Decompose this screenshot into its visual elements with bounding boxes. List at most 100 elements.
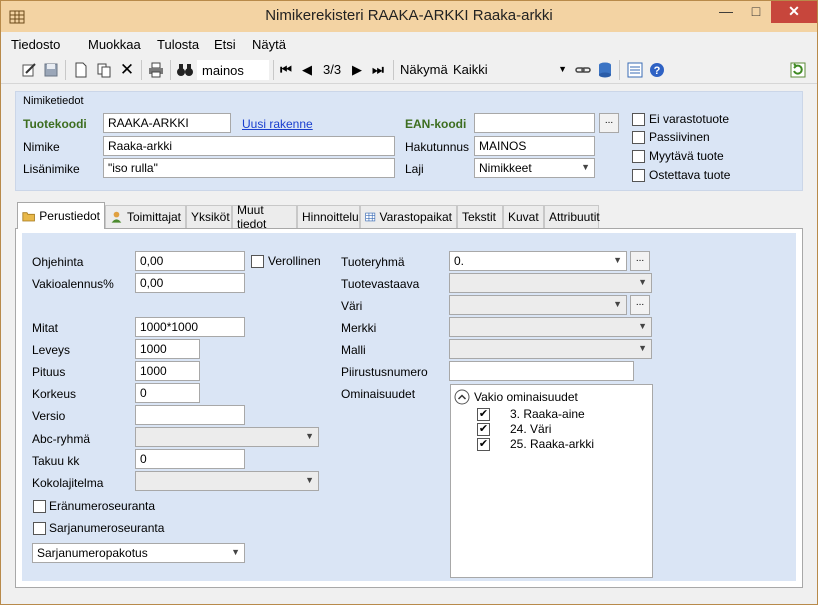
copy-icon[interactable]: [94, 60, 114, 80]
vakioalennus-input[interactable]: 0,00: [135, 273, 245, 293]
new-document-icon[interactable]: [71, 60, 91, 80]
sarjanumeropakotus-select-value: Sarjanumeropakotus: [37, 546, 148, 560]
pituus-input[interactable]: 1000: [135, 361, 200, 381]
abc-ryhma-select[interactable]: ▼: [135, 427, 319, 447]
tuotevastaava-label: Tuotevastaava: [341, 277, 420, 291]
menu-muokkaa[interactable]: Muokkaa: [88, 37, 141, 52]
hakutunnus-input[interactable]: MAINOS: [474, 136, 595, 156]
ostettava-tuote-checkbox[interactable]: [632, 169, 645, 182]
print-icon[interactable]: [146, 60, 166, 80]
menu-tiedosto[interactable]: Tiedosto: [11, 37, 60, 52]
menu-etsi[interactable]: Etsi: [214, 37, 236, 52]
chevron-down-icon: ▼: [638, 321, 647, 331]
tuoteryhma-browse-button[interactable]: ...: [630, 251, 650, 271]
versio-label: Versio: [32, 409, 66, 423]
menu-nayta[interactable]: Näytä: [252, 37, 286, 52]
tree-item[interactable]: ✔ 3. Raaka-aine: [477, 406, 585, 422]
edit-icon[interactable]: [19, 60, 39, 80]
menu-tulosta[interactable]: Tulosta: [157, 37, 199, 52]
refresh-icon[interactable]: [788, 60, 808, 80]
tab-label: Hinnoittelu: [302, 210, 359, 224]
malli-label: Malli: [341, 343, 366, 357]
ean-label: EAN-koodi: [405, 117, 467, 131]
help-icon[interactable]: ?: [647, 60, 667, 80]
ean-input[interactable]: [474, 113, 595, 133]
tree-root[interactable]: Vakio ominaisuudet: [454, 389, 578, 405]
chevron-down-icon: ▼: [231, 547, 240, 557]
collapse-icon[interactable]: [454, 389, 470, 405]
piirustusnumero-input[interactable]: [449, 361, 634, 381]
tab-perustiedot[interactable]: Perustiedot: [17, 202, 105, 229]
kokolajitelma-select[interactable]: ▼: [135, 471, 319, 491]
passiivinen-checkbox[interactable]: [632, 131, 645, 144]
ean-browse-button[interactable]: ...: [599, 113, 619, 133]
title-bar[interactable]: Nimikerekisteri RAAKA-ARKKI Raaka-arkki …: [1, 1, 817, 32]
lisanimike-label: Lisänimike: [23, 162, 80, 176]
sarjanumeropakotus-select[interactable]: Sarjanumeropakotus ▼: [32, 543, 245, 563]
vakioalennus-label: Vakioalennus%: [32, 277, 114, 291]
search-input[interactable]: mainos: [197, 60, 269, 80]
ohjehinta-input[interactable]: 0,00: [135, 251, 245, 271]
checked-checkbox[interactable]: ✔: [477, 407, 490, 421]
tab-kuvat[interactable]: Kuvat: [503, 205, 544, 228]
view-select[interactable]: Kaikki ▼: [449, 60, 569, 80]
tuotekoodi-label: Tuotekoodi: [23, 117, 87, 131]
tab-varastopaikat[interactable]: Varastopaikat: [360, 205, 457, 228]
link-icon[interactable]: [573, 60, 593, 80]
maximize-button[interactable]: □: [741, 1, 771, 23]
tab-toimittajat[interactable]: Toimittajat: [105, 205, 186, 228]
first-record-icon[interactable]: ⏮: [278, 60, 294, 80]
piirustusnumero-label: Piirustusnumero: [341, 365, 428, 379]
tuotevastaava-select[interactable]: ▼: [449, 273, 652, 293]
tab-hinnoittelu[interactable]: Hinnoittelu: [297, 205, 360, 228]
takuu-input[interactable]: 0: [135, 449, 245, 469]
tree-item[interactable]: ✔ 25. Raaka-arkki: [477, 436, 594, 452]
verollinen-checkbox[interactable]: [251, 255, 264, 268]
malli-select[interactable]: ▼: [449, 339, 652, 359]
versio-input[interactable]: [135, 405, 245, 425]
myytava-tuote-checkbox[interactable]: [632, 150, 645, 163]
vari-browse-button[interactable]: ...: [630, 295, 650, 315]
checked-checkbox[interactable]: ✔: [477, 437, 490, 451]
previous-record-icon[interactable]: ◀: [300, 60, 314, 80]
last-record-icon[interactable]: ⏭: [370, 60, 386, 80]
mitat-input[interactable]: 1000*1000: [135, 317, 245, 337]
abc-ryhma-label: Abc-ryhmä: [32, 432, 91, 446]
vari-select[interactable]: ▼: [449, 295, 627, 315]
binoculars-icon[interactable]: [174, 60, 196, 80]
next-record-icon[interactable]: ▶: [350, 60, 364, 80]
laji-select-value: Nimikkeet: [479, 161, 532, 175]
korkeus-label: Korkeus: [32, 387, 77, 401]
tab-tekstit[interactable]: Tekstit: [457, 205, 503, 228]
close-button[interactable]: ✕: [771, 1, 817, 23]
eranumeroseuranta-checkbox[interactable]: [33, 500, 46, 513]
minimize-button[interactable]: —: [711, 1, 741, 23]
properties-tree[interactable]: Vakio ominaisuudet ✔ 3. Raaka-aine ✔ 24.…: [450, 384, 653, 578]
database-icon[interactable]: [595, 60, 615, 80]
tuoteryhma-select[interactable]: 0. ▼: [449, 251, 627, 271]
chevron-down-icon: ▼: [305, 431, 314, 441]
nimike-input[interactable]: Raaka-arkki: [103, 136, 395, 156]
lisanimike-input[interactable]: "iso rulla": [103, 158, 395, 178]
leveys-label: Leveys: [32, 343, 71, 357]
laji-select[interactable]: Nimikkeet ▼: [474, 158, 595, 178]
tab-muut-tiedot[interactable]: Muut tiedot: [232, 203, 297, 231]
sarjanumeroseuranta-checkbox[interactable]: [33, 522, 46, 535]
save-icon[interactable]: [41, 60, 61, 80]
tab-attribuutit[interactable]: Attribuutit: [544, 205, 600, 228]
tree-root-label: Vakio ominaisuudet: [474, 390, 578, 404]
tab-yksikot[interactable]: Yksiköt: [186, 205, 232, 228]
tuotekoodi-input[interactable]: RAAKA-ARKKI: [103, 113, 231, 133]
list-view-icon[interactable]: [625, 60, 645, 80]
korkeus-input[interactable]: 0: [135, 383, 200, 403]
ei-varastotuote-checkbox[interactable]: [632, 113, 645, 126]
hakutunnus-label: Hakutunnus: [405, 140, 470, 154]
tab-label: Attribuutit: [549, 210, 600, 224]
merkki-select[interactable]: ▼: [449, 317, 652, 337]
checked-checkbox[interactable]: ✔: [477, 422, 490, 436]
delete-icon[interactable]: ✕: [117, 60, 137, 80]
new-structure-link[interactable]: Uusi rakenne: [242, 117, 313, 131]
view-label: Näkymä: [400, 62, 448, 77]
tree-item[interactable]: ✔ 24. Väri: [477, 421, 551, 437]
leveys-input[interactable]: 1000: [135, 339, 200, 359]
